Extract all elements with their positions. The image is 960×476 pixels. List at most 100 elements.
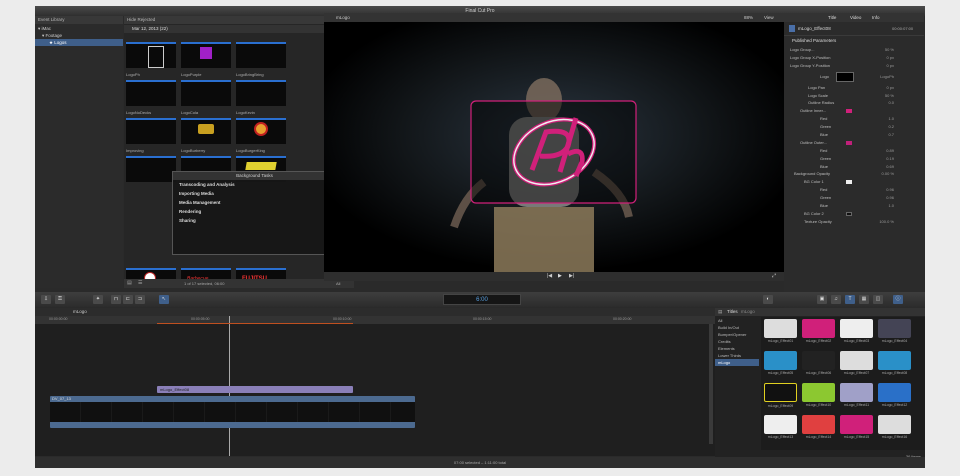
clip-thumbnail[interactable]: LogoPurple [181,42,231,77]
clip-thumbnail[interactable]: LogoBurberry [181,118,231,153]
generators-button[interactable]: ▦ [859,295,869,304]
skip-back-icon[interactable]: |◀ [547,273,552,279]
clip-appearance-button[interactable]: ◐ [763,295,773,304]
logo-well[interactable] [836,71,854,82]
fullscreen-icon[interactable]: ⤢ [772,273,776,279]
connect-clip-button[interactable]: ⊓ [111,295,121,304]
insert-clip-button[interactable]: ⊏ [123,295,133,304]
zoom-all[interactable]: All [336,281,340,286]
param-row[interactable]: Green 0.2 [790,123,924,131]
music-browser-button[interactable]: ♫ [831,295,841,304]
param-row[interactable]: Logo LogoPh [790,70,924,84]
tab-info[interactable]: Info [872,15,880,20]
clip-thumbnail[interactable]: LogoCola [181,80,231,115]
keyword-button[interactable]: ⚿ [55,295,65,304]
title-thumbnail[interactable]: mLogo_Effect06 [802,351,835,375]
task-row[interactable]: Importing Media0% [173,189,336,198]
param-row[interactable]: Logo Group Y-Position 0 px [790,62,924,70]
param-row[interactable]: Red 1.0 [790,115,924,123]
param-row[interactable]: Blue 0.7 [790,131,924,139]
clip-thumbnail[interactable]: LogoBurgerKing [236,118,286,153]
category-item[interactable]: All [715,317,759,324]
param-row[interactable]: Green 0.96 [790,194,924,202]
tab-title[interactable]: Title [828,15,836,20]
category-item[interactable]: Build In/Out [715,324,759,331]
viewer-view-menu[interactable]: View [764,15,774,20]
param-row[interactable]: BG Color 1 [790,178,924,186]
append-clip-button[interactable]: ⊐ [135,295,145,304]
select-tool-button[interactable]: ↖ [159,295,169,304]
param-row[interactable]: Texture Opacity 100.0 % [790,218,924,226]
param-row[interactable]: Logo Pan 0 px [790,84,924,92]
param-row[interactable]: Outline Radius 0.0 [790,99,924,107]
list-view-icon[interactable]: ☰ [138,280,142,286]
clip-thumbnail[interactable] [126,156,176,182]
inspector-button[interactable]: ⓘ [893,295,903,304]
filmstrip-icon[interactable]: ▤ [127,280,132,286]
timeline-scrollbar[interactable] [709,324,713,444]
category-item[interactable]: Bumper/Opener [715,331,759,338]
color-swatch[interactable] [846,180,852,185]
library-item-imac[interactable]: ▾ iMac [35,25,123,32]
clip-thumbnail[interactable]: Improving [126,118,176,153]
category-item[interactable]: Lower Thirds [715,352,759,359]
viewer-zoom[interactable]: 88% [744,15,753,20]
category-item[interactable]: Elements [715,345,759,352]
clip-thumbnail[interactable]: LogoNoDecks [126,80,176,115]
hide-rejected-menu[interactable]: Hide Rejected [124,16,354,24]
title-thumbnail[interactable]: mLogo_Effect11 [840,383,873,407]
task-row[interactable]: Media Management0% [173,198,336,207]
title-thumbnail[interactable]: mLogo_Effect07 [840,351,873,375]
param-row[interactable]: Red 0.96 [790,186,924,194]
tab-video[interactable]: Video [850,15,861,20]
category-item[interactable]: mLogo [715,359,759,366]
color-swatch[interactable] [846,109,852,114]
param-row[interactable]: Blue 1.0 [790,202,924,210]
date-group[interactable]: Mar 12, 2013 (22) [124,25,324,33]
param-row[interactable]: Outline Outer... [790,139,924,147]
timeline-ruler[interactable]: 00:00:00:00 00:00:05:00 00:00:10:00 00:0… [35,316,715,324]
param-row[interactable]: Logo Group... 50 % [790,46,924,54]
play-icon[interactable]: ▶ [558,273,562,279]
title-thumbnail[interactable]: mLogo_Effect02 [802,319,835,343]
skip-forward-icon[interactable]: ▶| [569,273,574,279]
title-thumbnail[interactable]: mLogo_Effect15 [840,415,873,439]
clip-thumbnail[interactable]: LogoKevin [236,80,286,115]
task-row[interactable]: Sharing0% [173,216,336,225]
title-thumbnail[interactable]: mLogo_Effect10 [802,383,835,407]
title-thumbnail[interactable]: mLogo_Effect05 [764,351,797,375]
library-item-logos[interactable]: ★ Logos [35,39,123,46]
title-thumbnail[interactable]: mLogo_Effect04 [878,319,911,343]
param-row[interactable]: Logo Group X-Position 0 px [790,54,924,62]
titles-browser-button[interactable]: T [845,295,855,304]
section-published-parameters[interactable]: Published Parameters [784,36,924,46]
library-item-footage[interactable]: ▾ Footage [35,32,123,39]
color-swatch[interactable] [846,211,852,216]
task-row[interactable]: Rendering0% [173,207,336,216]
title-thumbnail[interactable]: mLogo_Effect12 [878,383,911,407]
param-row[interactable]: Blue 0.69 [790,163,924,171]
title-thumbnail[interactable]: mLogo_Effect09 [764,383,797,408]
photo-browser-button[interactable]: ▣ [817,295,827,304]
param-row[interactable]: Red 0.89 [790,147,924,155]
title-clip[interactable]: mLogo_Effect08 [157,386,353,393]
color-swatch[interactable] [846,140,852,145]
param-row[interactable]: BG Color 2 [790,210,924,218]
param-row[interactable]: Green 0.19 [790,155,924,163]
param-row[interactable]: Outline Inner... [790,107,924,115]
auto-enhance-button[interactable]: ✦ [93,295,103,304]
title-thumbnail[interactable]: mLogo_Effect03 [840,319,873,343]
category-item[interactable]: Credits [715,338,759,345]
param-row[interactable]: Logo Scale 50 % [790,92,924,100]
param-row[interactable]: Background Opacity 0.00 % [790,170,924,178]
title-thumbnail[interactable]: mLogo_Effect08 [878,351,911,375]
task-row[interactable]: Transcoding and Analysis0% [173,180,336,189]
clip-thumbnail[interactable]: LogoBringBring [236,42,286,77]
themes-button[interactable]: ◫ [873,295,883,304]
title-thumbnail[interactable]: mLogo_Effect01 [764,319,797,343]
clip-thumbnail[interactable]: LogoPh [126,42,176,77]
video-clip[interactable]: DV_07_13 [50,396,415,428]
title-thumbnail[interactable]: mLogo_Effect14 [802,415,835,439]
title-thumbnail[interactable]: mLogo_Effect13 [764,415,797,439]
import-button[interactable]: ⇩ [41,295,51,304]
